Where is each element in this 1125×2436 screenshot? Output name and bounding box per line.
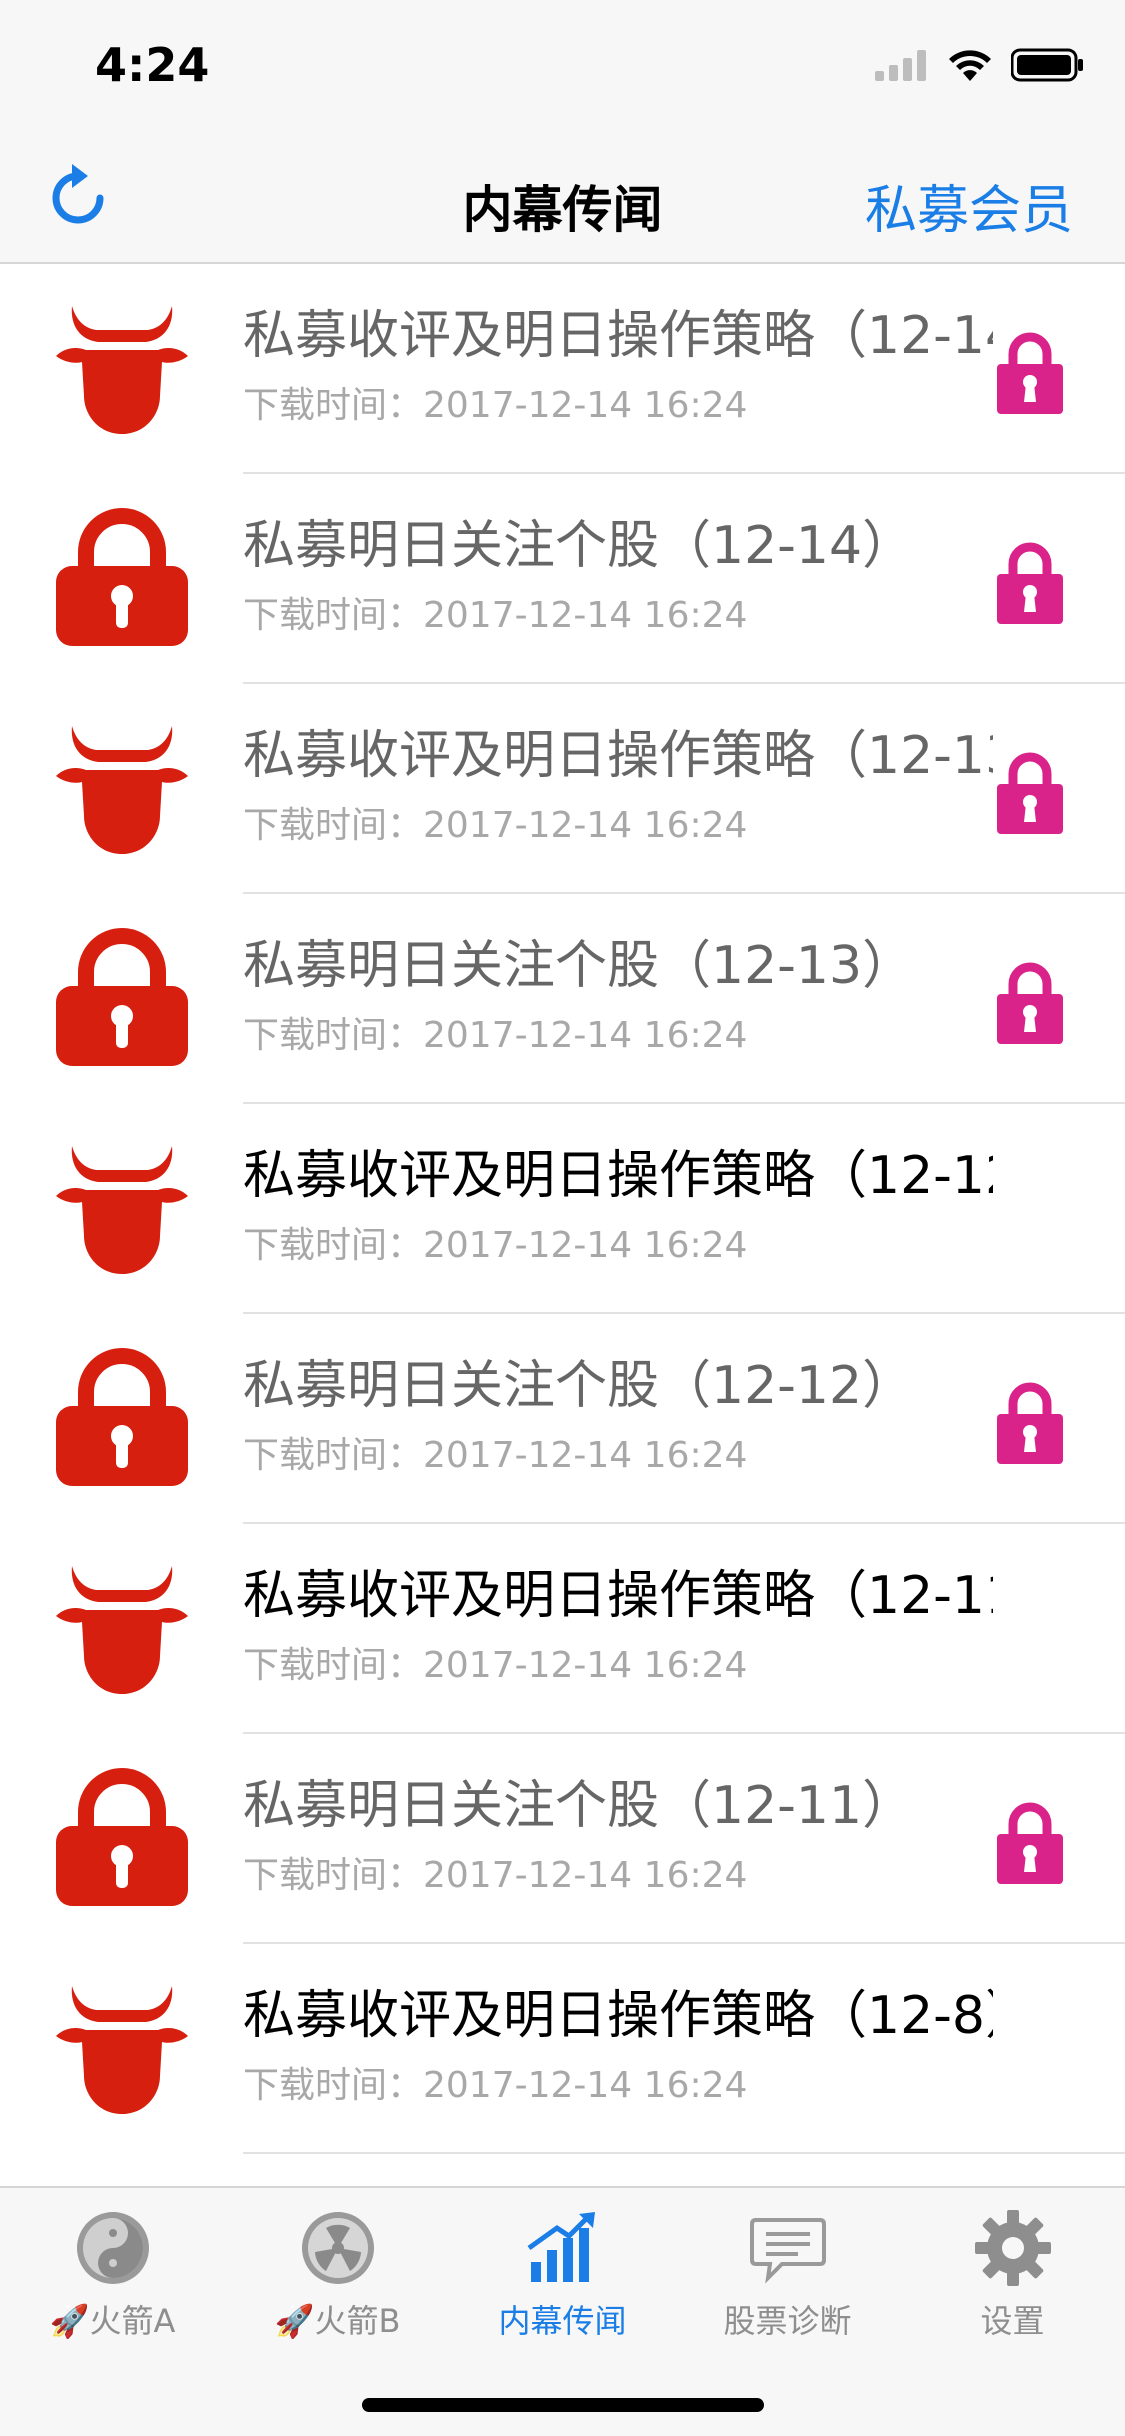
bull-icon — [52, 298, 192, 438]
tab-2[interactable]: 🚀火箭B — [225, 2208, 450, 2358]
list-item[interactable]: 私募明日关注个股（12-13） 下载时间：2017-12-14 16:24 — [0, 894, 1125, 1104]
list-item-title: 私募明日关注个股（12-14） — [243, 516, 915, 576]
list-item[interactable]: 私募收评及明日操作策略（12-11） 下载时间：2017-12-14 16:24 — [0, 1524, 1125, 1734]
bull-icon — [52, 1978, 192, 2118]
list-item[interactable]: 私募收评及明日操作策略（12-12） 下载时间：2017-12-14 16:24 — [0, 1104, 1125, 1314]
tab-3[interactable]: 内幕传闻 — [450, 2208, 675, 2358]
status-bar: 4:24 — [0, 0, 1125, 132]
list-item-title: 私募收评及明日操作策略（12-12） — [243, 1146, 993, 1206]
wifi-icon — [949, 50, 991, 81]
bull-icon — [52, 1558, 192, 1698]
bull-icon — [52, 718, 192, 858]
list-item[interactable]: 私募明日关注个股（12-12） 下载时间：2017-12-14 16:24 — [0, 1314, 1125, 1524]
lock-icon — [995, 326, 1065, 416]
list-item[interactable]: 私募收评及明日操作策略（12-14） 下载时间：2017-12-14 16:24 — [0, 264, 1125, 474]
list-item[interactable]: 私募收评及明日操作策略（12-8） 下载时间：2017-12-14 16:24 — [0, 1944, 1125, 2154]
tab-1[interactable]: 🚀火箭A — [0, 2208, 225, 2358]
list-item-subtitle: 下载时间：2017-12-14 16:24 — [243, 595, 748, 636]
list-item-subtitle: 下载时间：2017-12-14 16:24 — [243, 1855, 748, 1896]
list-item-title: 私募收评及明日操作策略（12-13） — [243, 726, 993, 786]
list-item-title: 私募明日关注个股（12-13） — [243, 936, 915, 996]
radiation-icon — [298, 2208, 378, 2288]
lock-icon — [52, 1768, 192, 1908]
tab-label: 内幕传闻 — [498, 2302, 627, 2340]
lock-icon — [995, 956, 1065, 1046]
lock-icon — [52, 928, 192, 1068]
lock-icon — [52, 508, 192, 648]
tab-label: 🚀火箭A — [49, 2302, 176, 2340]
lock-icon — [995, 1376, 1065, 1466]
list-item[interactable]: 私募明日关注个股（12-11） 下载时间：2017-12-14 16:24 — [0, 1734, 1125, 1944]
lock-icon — [995, 1796, 1065, 1886]
list-item-title: 私募明日关注个股（12-11） — [243, 1776, 915, 1836]
status-icons — [875, 48, 1085, 82]
cellular-signal-icon — [875, 50, 926, 81]
bull-icon — [52, 1138, 192, 1278]
list-item[interactable]: 私募收评及明日操作策略（12-13） 下载时间：2017-12-14 16:24 — [0, 684, 1125, 894]
gear-icon — [973, 2208, 1053, 2288]
tab-label: 设置 — [980, 2302, 1045, 2340]
chart-up-icon — [523, 2208, 603, 2288]
news-list: 私募收评及明日操作策略（12-14） 下载时间：2017-12-14 16:24 私… — [0, 264, 1125, 2186]
list-item-title: 私募收评及明日操作策略（12-8） — [243, 1986, 993, 2046]
list-item-subtitle: 下载时间：2017-12-14 16:24 — [243, 1645, 748, 1686]
list-item-subtitle: 下载时间：2017-12-14 16:24 — [243, 1015, 748, 1056]
list-item-subtitle: 下载时间：2017-12-14 16:24 — [243, 2065, 748, 2106]
home-indicator — [362, 2398, 764, 2412]
list-item-title: 私募收评及明日操作策略（12-11） — [243, 1566, 993, 1626]
status-time: 4:24 — [95, 38, 210, 92]
chat-bubble-icon — [748, 2208, 828, 2288]
list-item-subtitle: 下载时间：2017-12-14 16:24 — [243, 805, 748, 846]
tab-5[interactable]: 设置 — [900, 2208, 1125, 2358]
battery-icon — [1011, 48, 1083, 82]
tab-label: 股票诊断 — [723, 2302, 852, 2340]
list-item-subtitle: 下载时间：2017-12-14 16:24 — [243, 385, 748, 426]
list-item-subtitle: 下载时间：2017-12-14 16:24 — [243, 1435, 748, 1476]
list-item[interactable]: 私募明日关注个股（12-14） 下载时间：2017-12-14 16:24 — [0, 474, 1125, 684]
yin-yang-icon — [73, 2208, 153, 2288]
lock-icon — [995, 746, 1065, 836]
lock-icon — [52, 1348, 192, 1488]
tab-label: 🚀火箭B — [274, 2302, 401, 2340]
private-member-button[interactable]: 私募会员 — [865, 168, 1073, 243]
lock-icon — [995, 536, 1065, 626]
divider — [243, 2152, 1125, 2154]
tab-4[interactable]: 股票诊断 — [675, 2208, 900, 2358]
navigation-bar: 内幕传闻 私募会员 — [0, 132, 1125, 264]
list-item-subtitle: 下载时间：2017-12-14 16:24 — [243, 1225, 748, 1266]
list-item-title: 私募收评及明日操作策略（12-14） — [243, 306, 993, 366]
list-item-title: 私募明日关注个股（12-12） — [243, 1356, 915, 1416]
